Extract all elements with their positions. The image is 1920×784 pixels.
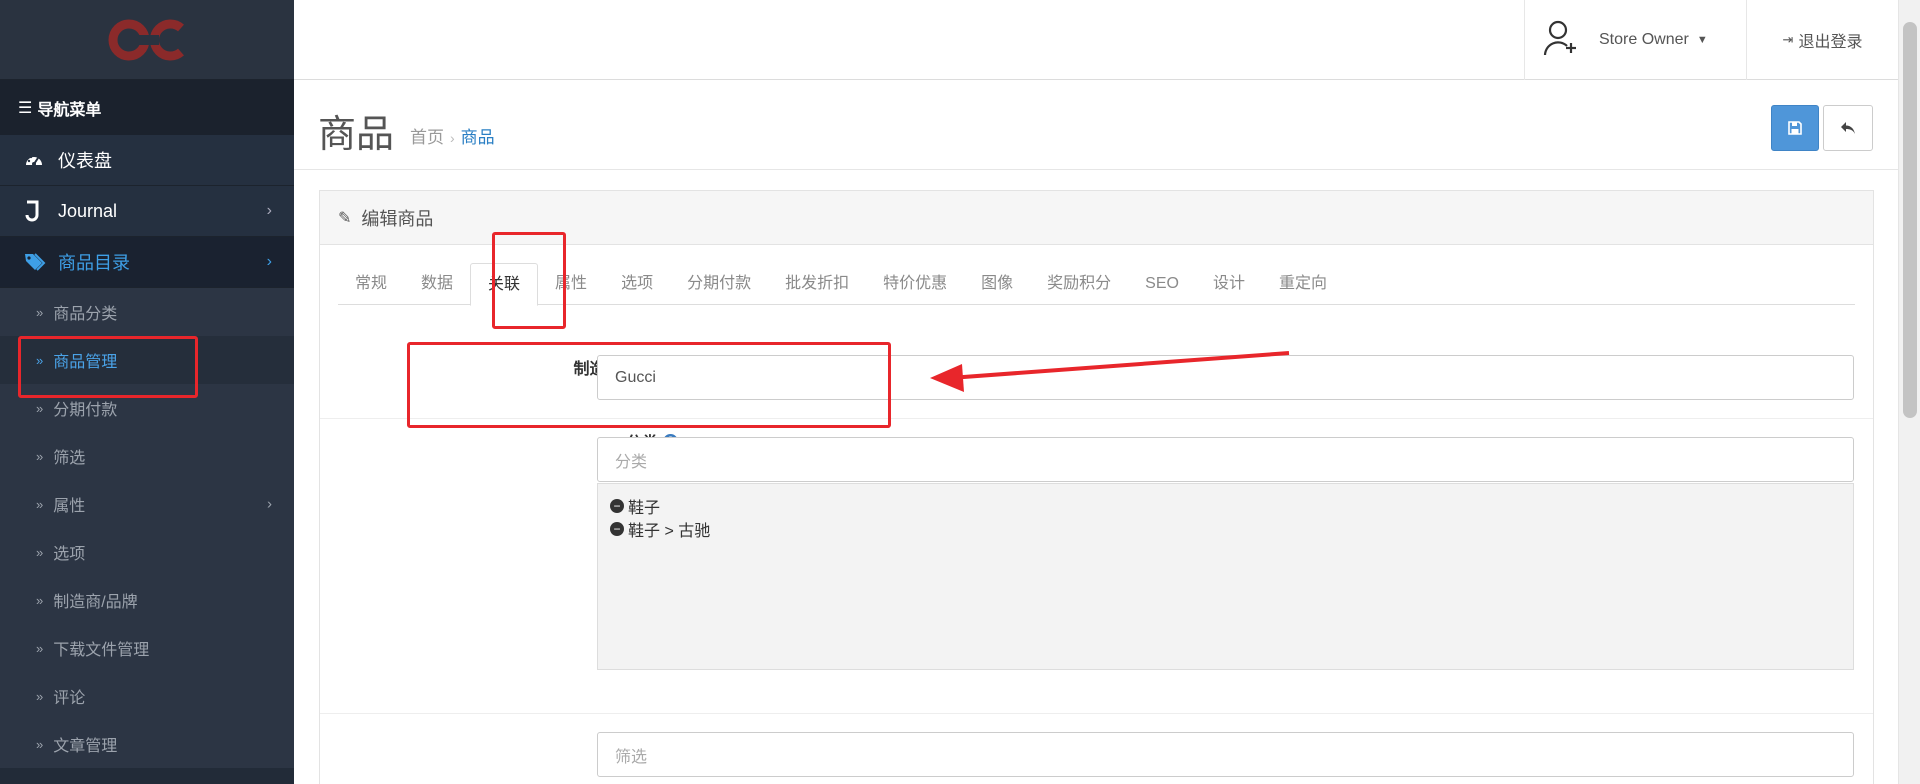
sidebar-subitem-label: 文章管理 [53, 738, 118, 755]
sidebar-subitem-label: 下载文件管理 [53, 642, 150, 659]
breadcrumb-home[interactable]: 首页 [410, 128, 444, 147]
category-row: 分类 ? 分类 − 鞋子 − 鞋子 > 古驰 [320, 419, 1873, 714]
page-header: 商品 首页 › 商品 [294, 81, 1898, 170]
double-chevron-icon: » [36, 688, 44, 704]
sidebar-item-journal[interactable]: Journal › [0, 186, 294, 237]
nav-menu-title: ☰ 导航菜单 [0, 80, 294, 135]
sidebar-subitem-articles[interactable]: » 文章管理 [0, 720, 294, 768]
category-input[interactable]: 分类 [597, 437, 1854, 482]
page-scrollbar[interactable] [1898, 0, 1920, 784]
edit-product-panel: ✎ 编辑商品 常规 数据 关联 属性 选项 分期付款 批发折扣 特价优惠 图像 … [319, 190, 1874, 784]
tab-reward[interactable]: 奖励积分 [1030, 263, 1128, 305]
list-item: − 鞋子 [610, 494, 1841, 517]
double-chevron-icon: » [36, 448, 44, 464]
chevron-right-icon: › [266, 253, 272, 270]
sidebar-subitem-label: 筛选 [53, 450, 86, 467]
double-chevron-icon: » [36, 592, 44, 608]
sidebar-subitem-label: 分期付款 [53, 402, 118, 419]
user-dropdown[interactable]: Store Owner ▼ [1524, 0, 1746, 80]
tags-icon [24, 252, 58, 272]
double-chevron-icon: » [36, 544, 44, 560]
panel-heading: ✎ 编辑商品 [320, 191, 1873, 245]
sidebar-subitem-label: 商品分类 [53, 306, 118, 323]
product-tabs: 常规 数据 关联 属性 选项 分期付款 批发折扣 特价优惠 图像 奖励积分 SE… [338, 263, 1855, 306]
save-button[interactable] [1771, 105, 1819, 151]
sidebar-subitem-label: 商品管理 [53, 354, 118, 371]
tab-option[interactable]: 选项 [604, 263, 670, 305]
breadcrumb: 首页 › 商品 [410, 123, 495, 148]
sidebar-subitem-options[interactable]: » 选项 [0, 528, 294, 576]
sidebar-subitem-products[interactable]: » 商品管理 [0, 336, 294, 384]
dashboard-icon [24, 150, 58, 170]
sidebar-item-catalog[interactable]: 商品目录 › [0, 237, 294, 288]
chevron-right-icon: › [267, 495, 272, 513]
sidebar-subitem-categories[interactable]: » 商品分类 [0, 288, 294, 336]
tab-special[interactable]: 特价优惠 [866, 263, 964, 305]
journal-icon [24, 200, 58, 222]
double-chevron-icon: » [36, 736, 44, 752]
logout-label: 退出登录 [1798, 34, 1863, 51]
breadcrumb-current[interactable]: 商品 [461, 128, 495, 147]
manufacturer-input[interactable]: Gucci [597, 355, 1854, 400]
reply-icon [1841, 122, 1855, 134]
tab-seo[interactable]: SEO [1128, 263, 1196, 305]
sidebar-subitem-installments[interactable]: » 分期付款 [0, 384, 294, 432]
tab-general[interactable]: 常规 [338, 263, 404, 305]
caret-down-icon: ▼ [1696, 34, 1708, 46]
tab-attribute[interactable]: 属性 [538, 263, 604, 305]
filter-input[interactable]: 筛选 [597, 732, 1854, 777]
list-item: − 鞋子 > 古驰 [610, 517, 1841, 540]
tab-discount[interactable]: 批发折扣 [768, 263, 866, 305]
scrollbar-thumb[interactable] [1903, 22, 1917, 418]
sidebar-subitem-label: 评论 [53, 690, 86, 707]
breadcrumb-separator-icon: › [450, 130, 455, 146]
filter-row: 筛选 ? 筛选 [320, 714, 1873, 784]
minus-circle-icon[interactable]: − [610, 521, 624, 536]
tab-installment[interactable]: 分期付款 [670, 263, 768, 305]
nav-title-label: 导航菜单 [37, 101, 102, 119]
sidebar-subitem-label: 选项 [53, 546, 86, 563]
sidebar-subitem-label: 属性 [53, 498, 86, 515]
sidebar-subitem-filters[interactable]: » 筛选 [0, 432, 294, 480]
sign-out-icon: ⇥ [1782, 32, 1794, 47]
sidebar-subitem-attributes[interactable]: » 属性 › [0, 480, 294, 528]
hamburger-icon: ☰ [18, 99, 33, 117]
category-item-label: 鞋子 [628, 499, 661, 517]
user-avatar-icon [1543, 19, 1579, 62]
tab-links[interactable]: 关联 [470, 263, 539, 306]
sidebar-item-label: 商品目录 [58, 253, 130, 273]
double-chevron-icon: » [36, 496, 44, 512]
sidebar-subitem-manufacturers[interactable]: » 制造商/品牌 [0, 576, 294, 624]
sidebar-subitem-downloads[interactable]: » 下载文件管理 [0, 624, 294, 672]
user-name: Store Owner [1599, 31, 1689, 48]
sidebar-subitem-label: 制造商/品牌 [53, 594, 138, 611]
sidebar-subitem-reviews[interactable]: » 评论 [0, 672, 294, 720]
sidebar: ☰ 导航菜单 仪表盘 Journal › 商品目录 › » 商品分类 » 商品管… [0, 0, 294, 784]
logo[interactable] [0, 0, 294, 80]
sidebar-item-dashboard[interactable]: 仪表盘 [0, 135, 294, 186]
tab-design[interactable]: 设计 [1196, 263, 1262, 305]
manufacturer-row: 制造商/品牌 ? Gucci [320, 318, 1873, 419]
sidebar-item-label: 仪表盘 [58, 151, 112, 171]
minus-circle-icon[interactable]: − [610, 498, 624, 513]
category-list: − 鞋子 − 鞋子 > 古驰 [597, 483, 1854, 670]
pencil-icon: ✎ [338, 209, 352, 227]
floppy-disk-icon [1788, 121, 1802, 135]
panel-heading-label: 编辑商品 [361, 208, 434, 229]
sidebar-item-label: Journal [58, 200, 118, 221]
tab-data[interactable]: 数据 [404, 263, 470, 305]
category-item-label: 鞋子 > 古驰 [628, 522, 711, 540]
double-chevron-icon: » [36, 304, 44, 320]
double-chevron-icon: » [36, 640, 44, 656]
double-chevron-icon: » [36, 352, 44, 368]
tab-redirect[interactable]: 重定向 [1262, 263, 1344, 305]
chevron-right-icon: › [266, 202, 272, 219]
opencart-logo-icon [108, 19, 184, 60]
back-button[interactable] [1823, 105, 1873, 151]
tab-image[interactable]: 图像 [964, 263, 1030, 305]
logout-button[interactable]: ⇥ 退出登录 [1746, 0, 1898, 80]
top-header: Store Owner ▼ ⇥ 退出登录 [294, 0, 1898, 80]
double-chevron-icon: » [36, 400, 44, 416]
page-title: 商品 [318, 114, 395, 156]
